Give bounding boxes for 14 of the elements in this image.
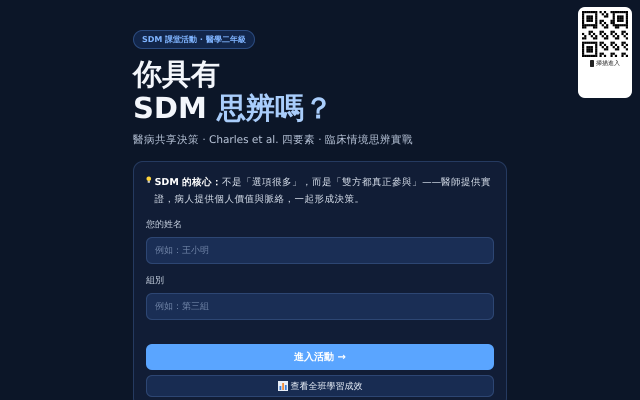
phone-icon	[590, 60, 594, 67]
page-title: SDM 思辨嗎？	[133, 91, 333, 125]
course-badge: SDM 課堂活動 · 醫學二年級	[133, 30, 255, 49]
field-label: 您的姓名	[146, 218, 182, 231]
input-field[interactable]: 例如：王小明	[146, 237, 494, 264]
intro-text: SDM 的核心：不是「選項很多」，而是「雙方都真正參與」——醫師提供實證，病人提供個人價值與脈絡，一起形成決策。	[154, 176, 492, 207]
qr-code-icon	[582, 11, 628, 57]
input-field[interactable]: 例如：第三組	[146, 293, 494, 320]
field-label: 組別	[146, 274, 164, 287]
subtitle: 醫病共享決策 · Charles et al. 四要素 · 臨床情境思辨實戰	[133, 133, 413, 147]
results-button[interactable]: 查看全班學習成效	[146, 375, 494, 397]
bar-chart-icon	[278, 381, 288, 391]
lightbulb-icon	[146, 174, 152, 186]
page-title: 你具有	[133, 57, 220, 91]
